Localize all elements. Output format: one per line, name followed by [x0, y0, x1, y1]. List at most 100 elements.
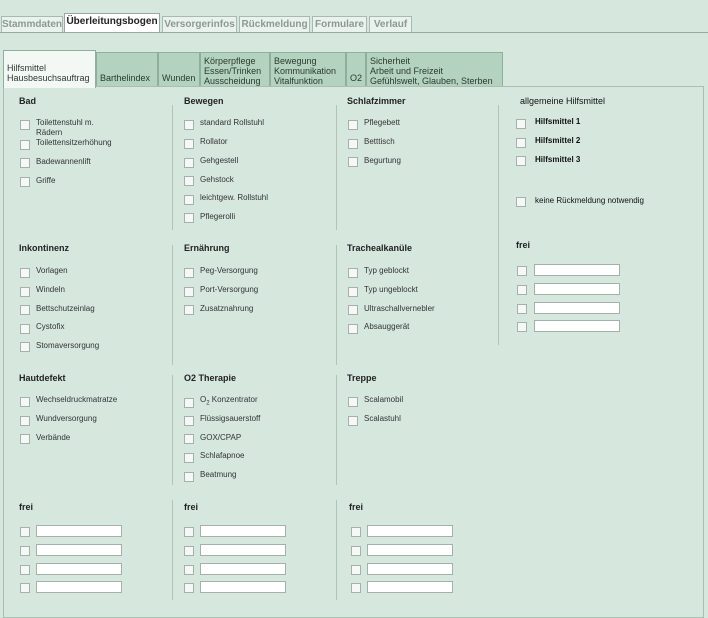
checkbox-frei-1-3[interactable] [20, 565, 30, 575]
checkbox-frei-2-2[interactable] [184, 546, 194, 556]
section-title-bewegen: Bewegen [184, 96, 224, 106]
tab-verlauf[interactable]: Verlauf [369, 16, 412, 32]
checkbox-frei-2-1[interactable] [184, 527, 194, 537]
section-title-schlafzimmer: Schlafzimmer [347, 96, 406, 106]
text-input-frei-2-4[interactable] [200, 581, 286, 593]
checkbox-begurtung[interactable] [348, 157, 358, 167]
checkbox-keine-rueckmeldung[interactable] [516, 197, 526, 207]
checkbox-zusatznahrung[interactable] [184, 305, 194, 315]
checkbox-scalamobil[interactable] [348, 397, 358, 407]
checkbox-frei-1-2[interactable] [20, 546, 30, 556]
subtab-o2[interactable]: O2 [346, 52, 366, 86]
tab-rueckmeldung[interactable]: Rückmeldung [239, 16, 310, 32]
checkbox-fluessigsauerstoff[interactable] [184, 416, 194, 426]
checkbox-gox-cpap[interactable] [184, 434, 194, 444]
checkbox-toilettensitzerhoehung[interactable] [20, 140, 30, 150]
subtab-koerperpflege[interactable]: Körperpflege Essen/Trinken Ausscheidung [200, 52, 270, 86]
subtab-wunden[interactable]: Wunden [158, 52, 200, 86]
tab-formulare[interactable]: Formulare [312, 16, 367, 32]
section-title-frei-2: frei [184, 502, 199, 512]
column-divider [172, 500, 173, 600]
subtab-hilfsmittel[interactable]: Hilfsmittel Hausbesuchsauftrag [3, 50, 96, 88]
text-input-frei-1-4[interactable] [36, 581, 122, 593]
checkbox-frei-3-2[interactable] [351, 546, 361, 556]
checkbox-gehgestell[interactable] [184, 158, 194, 168]
label-toilettenstuhl-cont: Rädern [36, 128, 63, 137]
checkbox-frei-2-4[interactable] [184, 583, 194, 593]
checkbox-vorlagen[interactable] [20, 268, 30, 278]
subtab-label: Vitalfunktion [274, 76, 323, 86]
subtab-label: O2 [350, 73, 363, 83]
checkbox-schlafapnoe[interactable] [184, 453, 194, 463]
label-wundversorgung: Wundversorgung [36, 414, 97, 423]
checkbox-beatmung[interactable] [184, 472, 194, 482]
checkbox-o2-konzentrator[interactable] [184, 398, 194, 408]
checkbox-hilfsmittel-1[interactable] [516, 119, 526, 129]
checkbox-wundversorgung[interactable] [20, 416, 30, 426]
text-input-frei-1-2[interactable] [36, 544, 122, 556]
checkbox-typ-ungeblockt[interactable] [348, 287, 358, 297]
top-tab-divider [0, 32, 708, 33]
checkbox-typ-geblockt[interactable] [348, 268, 358, 278]
checkbox-frei-1-1[interactable] [20, 527, 30, 537]
checkbox-gehstock[interactable] [184, 176, 194, 186]
checkbox-hilfsmittel-3[interactable] [516, 156, 526, 166]
checkbox-frei-2-3[interactable] [184, 565, 194, 575]
tab-versorgerinfos[interactable]: Versorgerinfos [162, 16, 237, 32]
checkbox-betttisch[interactable] [348, 139, 358, 149]
text-input-frei-2-2[interactable] [200, 544, 286, 556]
text-input-frei-right-4[interactable] [534, 320, 620, 332]
label-stomaversorgung: Stomaversorgung [36, 341, 100, 350]
text-input-frei-2-1[interactable] [200, 525, 286, 537]
checkbox-frei-right-4[interactable] [517, 322, 527, 332]
checkbox-peg-versorgung[interactable] [184, 268, 194, 278]
text-input-frei-3-4[interactable] [367, 581, 453, 593]
label-rollator: Rollator [200, 137, 228, 146]
checkbox-toilettenstuhl[interactable] [20, 120, 30, 130]
checkbox-wechseldruckmatratze[interactable] [20, 397, 30, 407]
checkbox-verbaende[interactable] [20, 434, 30, 444]
label-keine-rueckmeldung: keine Rückmeldung notwendig [535, 196, 644, 205]
text-input-frei-3-2[interactable] [367, 544, 453, 556]
checkbox-bettschutzeinlag[interactable] [20, 305, 30, 315]
checkbox-cystofix[interactable] [20, 324, 30, 334]
section-title-trachealkanuele: Trachealkanüle [347, 243, 413, 253]
checkbox-frei-3-3[interactable] [351, 565, 361, 575]
checkbox-griffe[interactable] [20, 177, 30, 187]
checkbox-stomaversorgung[interactable] [20, 342, 30, 352]
tab-ueberleitungsbogen[interactable]: Überleitungsbogen [64, 13, 160, 33]
checkbox-hilfsmittel-2[interactable] [516, 138, 526, 148]
checkbox-standard-rollstuhl[interactable] [184, 120, 194, 130]
checkbox-ultraschallvernebler[interactable] [348, 305, 358, 315]
checkbox-pflegerolli[interactable] [184, 213, 194, 223]
checkbox-frei-right-1[interactable] [517, 266, 527, 276]
tab-stammdaten[interactable]: Stammdaten [1, 16, 63, 32]
label-scalamobil: Scalamobil [364, 395, 404, 404]
checkbox-scalastuhl[interactable] [348, 416, 358, 426]
subtab-bewegung[interactable]: Bewegung Kommunikation Vitalfunktion [270, 52, 346, 86]
checkbox-absauggeraet[interactable] [348, 324, 358, 334]
checkbox-pflegebett[interactable] [348, 120, 358, 130]
checkbox-frei-3-4[interactable] [351, 583, 361, 593]
text-input-frei-2-3[interactable] [200, 563, 286, 575]
checkbox-rollator[interactable] [184, 139, 194, 149]
checkbox-frei-1-4[interactable] [20, 583, 30, 593]
checkbox-leichtgew-rollstuhl[interactable] [184, 195, 194, 205]
checkbox-frei-3-1[interactable] [351, 527, 361, 537]
text-input-frei-1-3[interactable] [36, 563, 122, 575]
text-input-frei-1-1[interactable] [36, 525, 122, 537]
text-input-frei-right-2[interactable] [534, 283, 620, 295]
checkbox-frei-right-3[interactable] [517, 304, 527, 314]
checkbox-port-versorgung[interactable] [184, 287, 194, 297]
checkbox-frei-right-2[interactable] [517, 285, 527, 295]
subtab-label: Kommunikation [274, 66, 337, 76]
label-gehstock: Gehstock [200, 175, 234, 184]
checkbox-badewannenlift[interactable] [20, 158, 30, 168]
text-input-frei-right-1[interactable] [534, 264, 620, 276]
text-input-frei-3-1[interactable] [367, 525, 453, 537]
text-input-frei-3-3[interactable] [367, 563, 453, 575]
checkbox-windeln[interactable] [20, 287, 30, 297]
text-input-frei-right-3[interactable] [534, 302, 620, 314]
subtab-barthelindex[interactable]: Barthelindex [96, 52, 158, 86]
subtab-sicherheit[interactable]: Sicherheit Arbeit und Freizeit Gefühlswe… [366, 52, 503, 86]
